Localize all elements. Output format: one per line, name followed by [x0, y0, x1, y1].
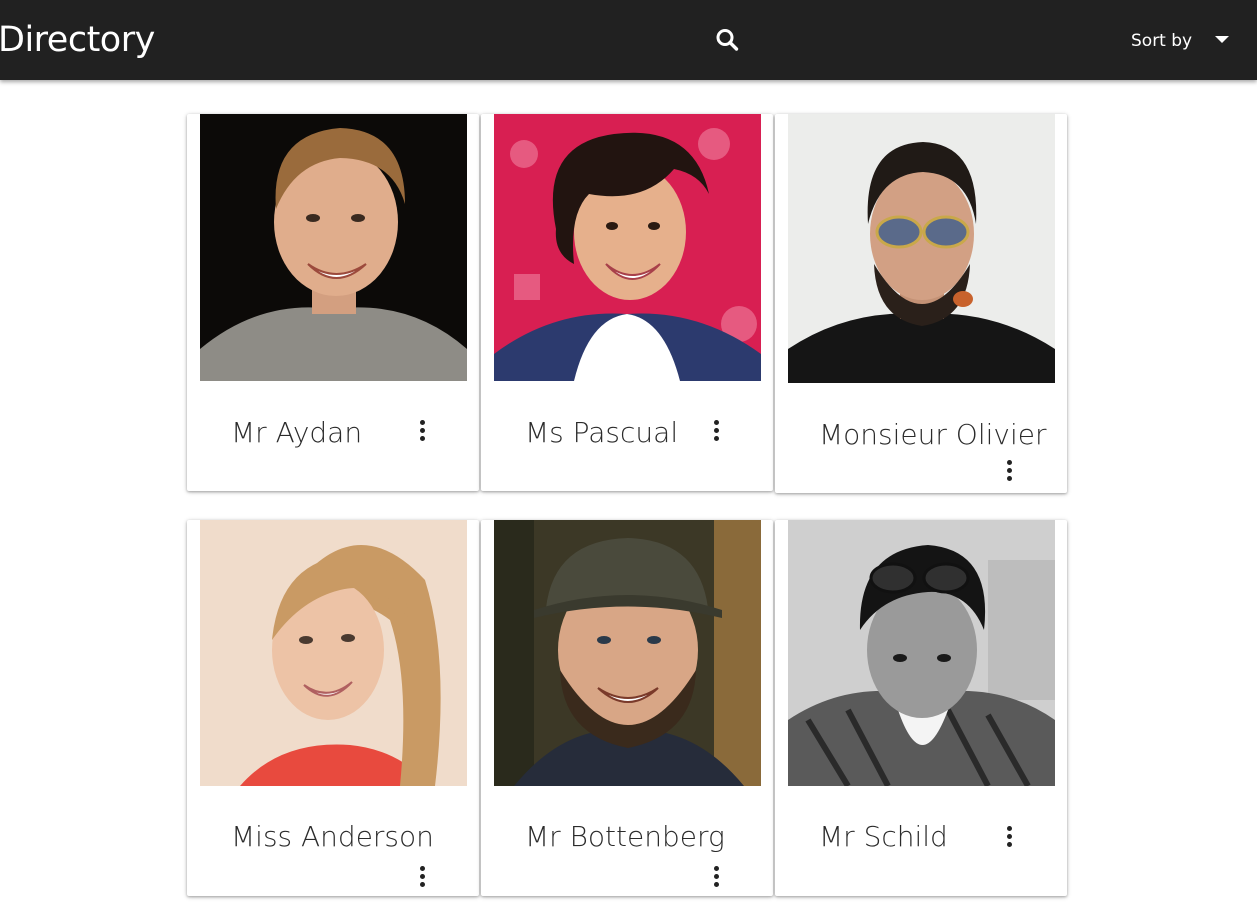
person-name: Mr Bottenberg: [525, 820, 725, 853]
sort-by-label[interactable]: Sort by: [1131, 28, 1192, 54]
more-vert-icon[interactable]: [414, 420, 430, 446]
person-card[interactable]: Ms Pascual: [481, 114, 773, 491]
person-card[interactable]: Mr Schild: [775, 520, 1067, 896]
person-card[interactable]: Miss Anderson: [187, 520, 479, 896]
app-bar: Directory Sort by: [0, 0, 1257, 80]
caret-down-icon[interactable]: [1215, 36, 1229, 43]
avatar: [200, 114, 467, 381]
person-card[interactable]: Mr Aydan: [187, 114, 479, 491]
avatar: [494, 114, 761, 381]
person-card[interactable]: Monsieur Olivier: [775, 114, 1067, 493]
avatar: [788, 520, 1055, 786]
person-card[interactable]: Mr Bottenberg: [481, 520, 773, 896]
app-title: Directory: [0, 20, 155, 60]
avatar: [200, 520, 467, 786]
person-name: Miss Anderson: [231, 820, 434, 853]
more-vert-icon[interactable]: [708, 420, 724, 446]
more-vert-icon[interactable]: [1001, 460, 1017, 486]
avatar: [494, 520, 761, 786]
person-name: Mr Aydan: [231, 416, 363, 449]
person-name: Monsieur Olivier: [819, 418, 1047, 451]
avatar: [788, 114, 1055, 383]
more-vert-icon[interactable]: [708, 866, 724, 892]
person-name: Ms Pascual: [525, 416, 679, 449]
more-vert-icon[interactable]: [414, 866, 430, 892]
search-icon[interactable]: [711, 24, 743, 56]
more-vert-icon[interactable]: [1001, 826, 1017, 852]
person-name: Mr Schild: [819, 820, 948, 853]
